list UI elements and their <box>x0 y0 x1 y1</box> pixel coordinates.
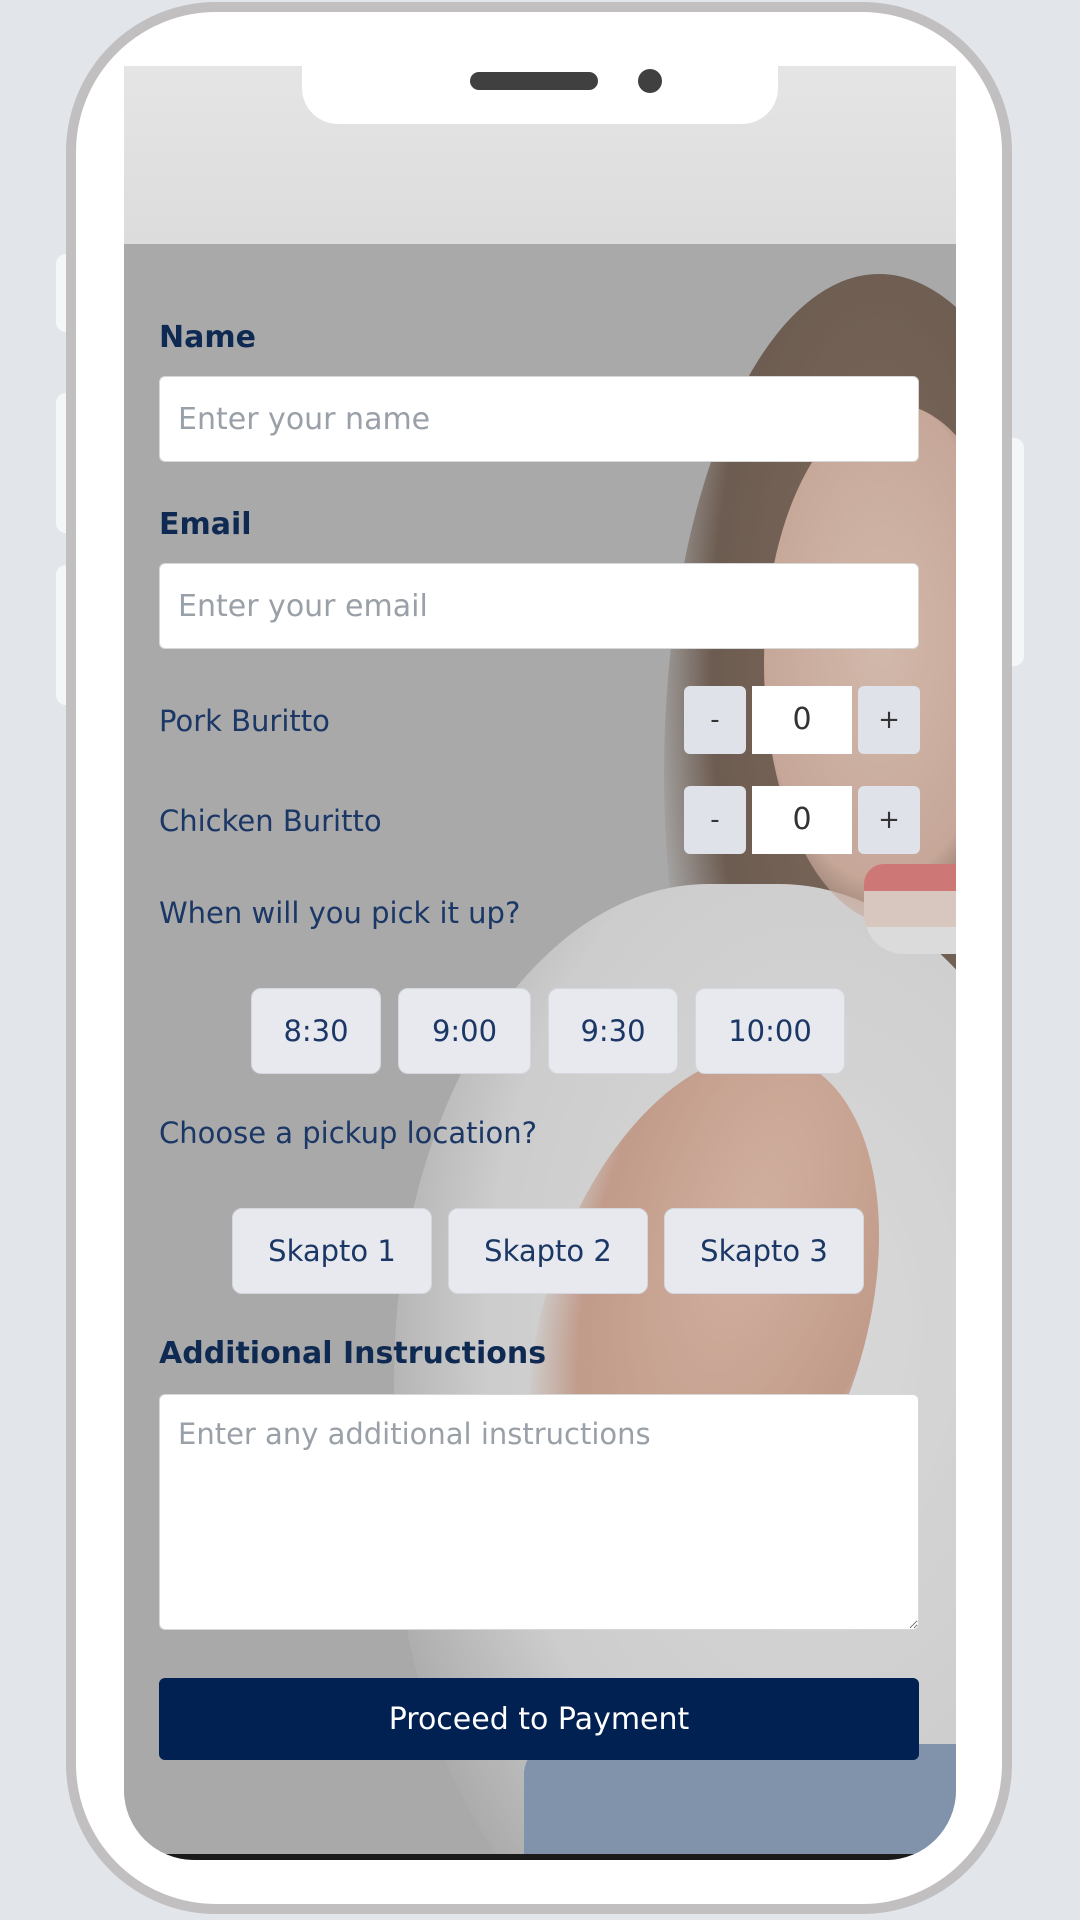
name-input[interactable] <box>159 376 919 462</box>
chicken-buritto-increment-button[interactable]: + <box>858 786 920 854</box>
pickup-location-option[interactable]: Skapto 1 <box>232 1208 432 1294</box>
email-input[interactable] <box>159 563 919 649</box>
chicken-buritto-quantity[interactable]: 0 <box>752 786 852 854</box>
pork-buritto-increment-button[interactable]: + <box>858 686 920 754</box>
home-indicator <box>164 1854 916 1860</box>
pickup-time-option[interactable]: 8:30 <box>251 988 381 1074</box>
proceed-to-payment-button[interactable]: Proceed to Payment <box>159 1678 919 1760</box>
pickup-time-option[interactable]: 9:00 <box>398 988 531 1074</box>
pickup-location-option[interactable]: Skapto 3 <box>664 1208 864 1294</box>
speaker-icon <box>470 72 598 90</box>
pork-buritto-decrement-button[interactable]: - <box>684 686 746 754</box>
pickup-location-option[interactable]: Skapto 2 <box>448 1208 648 1294</box>
chicken-buritto-stepper: - 0 + <box>684 786 920 854</box>
pickup-time-label: When will you pick it up? <box>159 896 521 930</box>
pickup-location-label: Choose a pickup location? <box>159 1116 538 1150</box>
name-label: Name <box>159 320 256 355</box>
camera-icon <box>638 69 662 93</box>
phone-power-button <box>1012 438 1024 666</box>
phone-notch <box>302 60 778 124</box>
pork-buritto-stepper: - 0 + <box>684 686 920 754</box>
chicken-buritto-decrement-button[interactable]: - <box>684 786 746 854</box>
pork-buritto-quantity[interactable]: 0 <box>752 686 852 754</box>
phone-screen: Name Email Pork Buritto - 0 + Chicken Bu… <box>124 66 956 1860</box>
instructions-textarea[interactable] <box>159 1394 919 1630</box>
pickup-time-option[interactable]: 10:00 <box>695 988 845 1074</box>
pork-buritto-label: Pork Buritto <box>159 704 330 738</box>
email-label: Email <box>159 507 252 542</box>
instructions-label: Additional Instructions <box>159 1336 547 1371</box>
pickup-time-option[interactable]: 9:30 <box>548 988 678 1074</box>
chicken-buritto-label: Chicken Buritto <box>159 804 382 838</box>
